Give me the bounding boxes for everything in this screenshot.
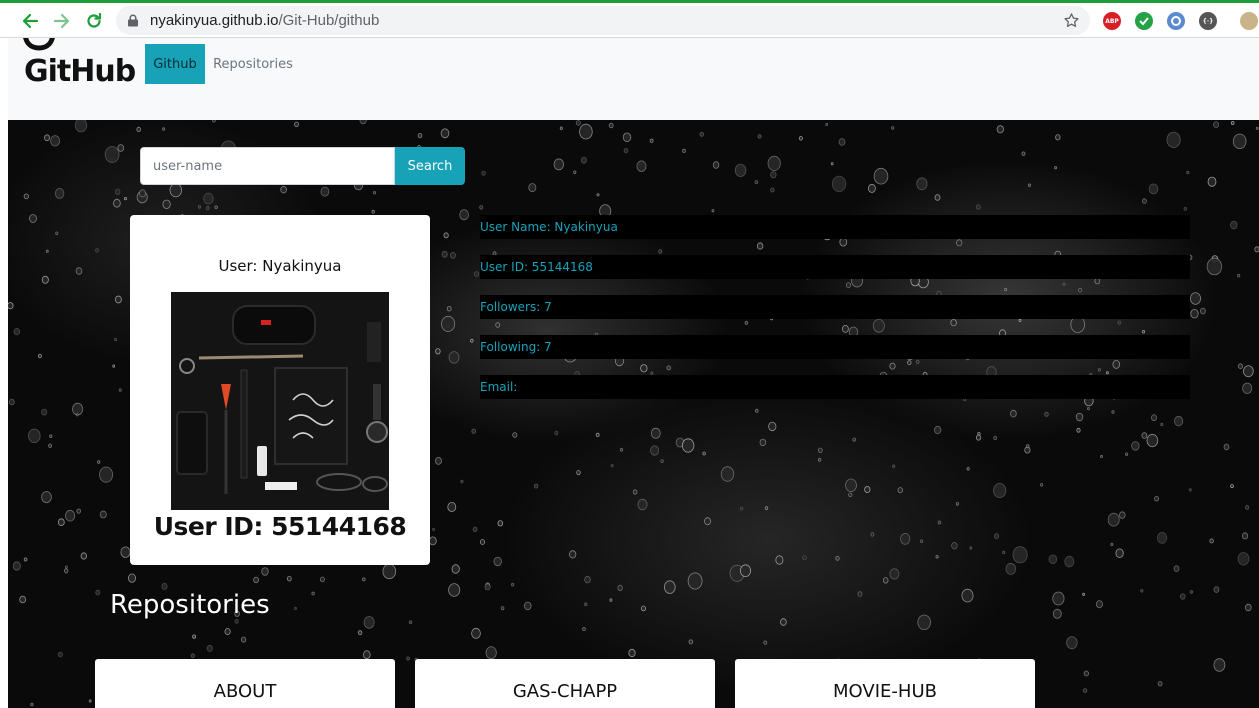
lock-icon xyxy=(128,14,138,27)
reload-icon xyxy=(87,12,102,28)
ring-icon xyxy=(1171,16,1181,26)
repo-title: MOVIE-HUB xyxy=(833,681,937,702)
nav-link-repositories[interactable]: Repositories xyxy=(211,44,295,84)
repo-card[interactable]: GAS-CHAPP xyxy=(415,659,715,708)
code-extension-icon[interactable]: {·} xyxy=(1199,12,1217,30)
arrow-right-icon xyxy=(53,13,70,29)
profile-user-id: User ID: 55144168 xyxy=(153,512,407,541)
nav-link-github[interactable]: Github xyxy=(145,44,205,84)
address-bar[interactable]: nyakinyua.github.io/Git-Hub/github xyxy=(116,6,1090,35)
avatar xyxy=(171,292,389,510)
arrow-left-icon xyxy=(22,13,39,29)
code-extension-label: {·} xyxy=(1202,17,1214,25)
url-text: nyakinyua.github.io/Git-Hub/github xyxy=(150,12,379,29)
repositories-heading: Repositories xyxy=(110,590,270,620)
browser-toolbar: nyakinyua.github.io/Git-Hub/github ABP {… xyxy=(0,0,1259,38)
detail-followers: Followers: 7 xyxy=(480,295,1190,319)
navbar-brand[interactable]: GitHub xyxy=(24,54,136,89)
circle-extension-icon[interactable] xyxy=(1167,12,1185,30)
username-search-input[interactable] xyxy=(140,147,395,185)
adblock-plus-icon[interactable]: ABP xyxy=(1103,12,1121,30)
check-icon xyxy=(1139,17,1149,26)
url-host: nyakinyua.github.io xyxy=(150,12,279,29)
page: GitHub Github Repositories Search User: … xyxy=(8,38,1259,708)
profile-username: User: Nyakinyua xyxy=(218,257,342,275)
profile-card: User: Nyakinyua User ID: 55144168 xyxy=(130,215,430,565)
repo-title: ABOUT xyxy=(213,681,277,702)
repo-card[interactable]: MOVIE-HUB xyxy=(735,659,1035,708)
navbar: GitHub Github Repositories xyxy=(8,38,1259,120)
detail-following: Following: 7 xyxy=(480,335,1190,359)
hero-section: Search User: Nyakinyua xyxy=(8,120,1259,708)
bookmark-star-icon[interactable] xyxy=(1063,12,1080,29)
url-path: /Git-Hub/github xyxy=(278,12,380,29)
profile-avatar-icon[interactable] xyxy=(1240,12,1258,30)
forward-button[interactable] xyxy=(50,9,74,33)
adblock-plus-label: ABP xyxy=(1105,17,1119,25)
repo-title: GAS-CHAPP xyxy=(512,681,618,702)
reload-button[interactable] xyxy=(82,9,106,33)
repo-card[interactable]: ABOUT xyxy=(95,659,395,708)
detail-username: User Name: Nyakinyua xyxy=(480,215,1190,239)
back-button[interactable] xyxy=(18,9,42,33)
shield-check-icon[interactable] xyxy=(1135,12,1153,30)
detail-user-id: User ID: 55144168 xyxy=(480,255,1190,279)
detail-email: Email: xyxy=(480,375,1190,399)
github-logo-icon xyxy=(23,38,55,51)
search-button[interactable]: Search xyxy=(395,147,465,185)
